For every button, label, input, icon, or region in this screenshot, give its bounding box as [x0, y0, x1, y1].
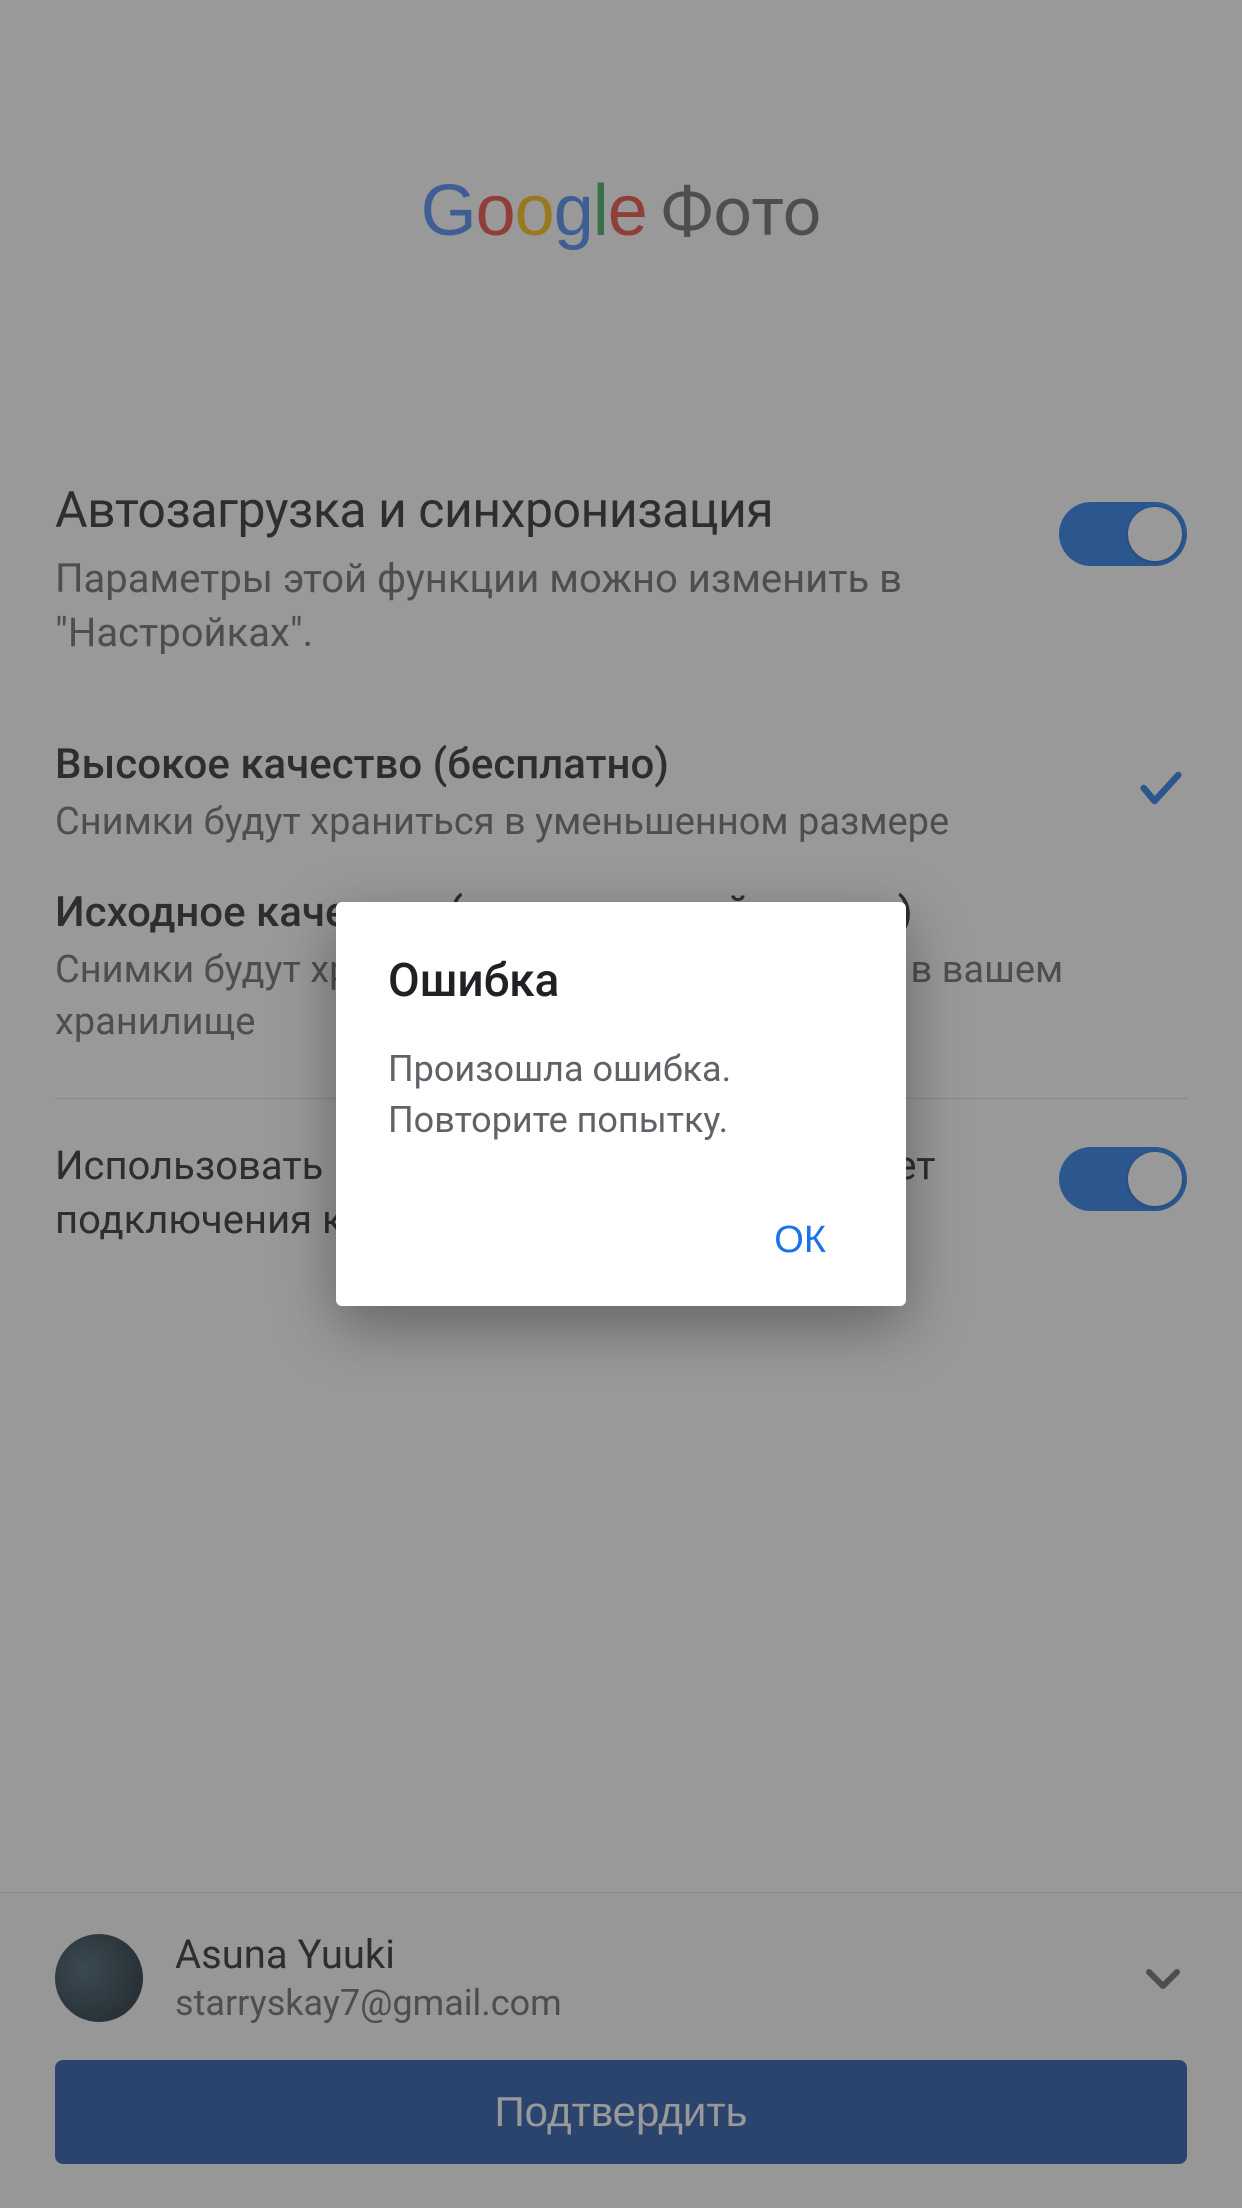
dialog-title: Ошибка: [388, 954, 854, 1008]
modal-overlay[interactable]: Ошибка Произошла ошибка. Повторите попыт…: [0, 0, 1242, 2208]
dialog-ok-button[interactable]: ОК: [746, 1205, 854, 1276]
error-dialog: Ошибка Произошла ошибка. Повторите попыт…: [336, 902, 906, 1306]
dialog-body: Произошла ошибка. Повторите попытку.: [388, 1044, 854, 1145]
